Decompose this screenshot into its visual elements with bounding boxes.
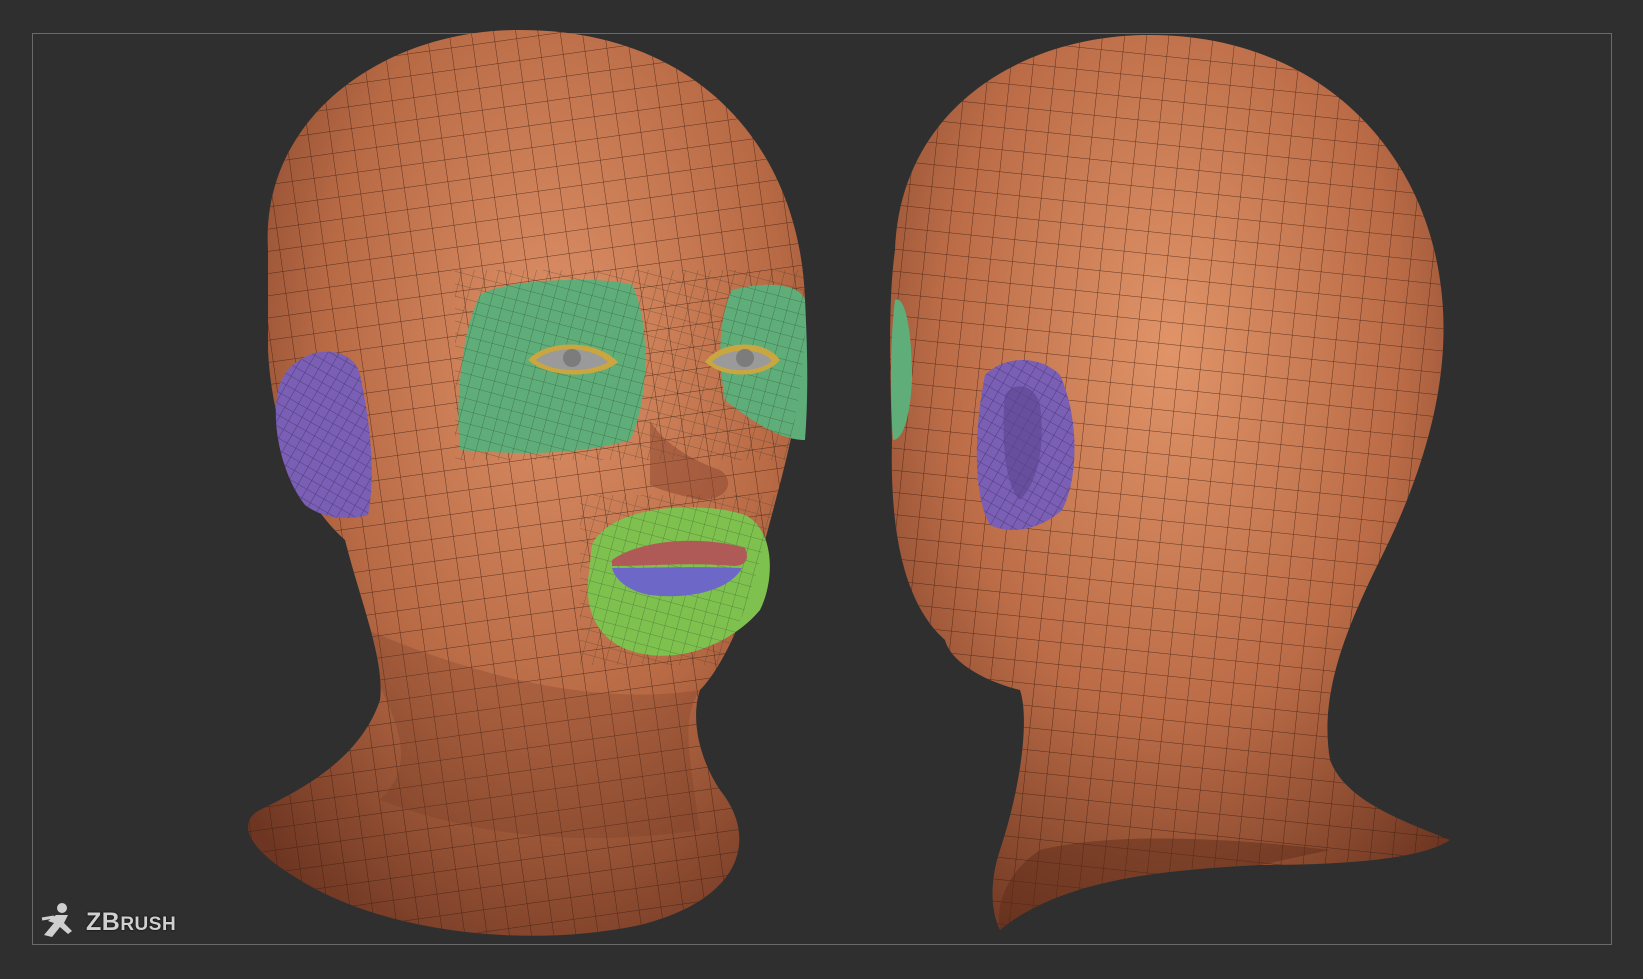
zbrush-wordmark: ZBRUSH — [86, 907, 177, 936]
zbrush-viewport[interactable]: ZBRUSH — [0, 0, 1643, 979]
zbrush-logo: ZBRUSH — [36, 900, 176, 944]
head-front-view[interactable] — [200, 0, 850, 979]
head-back-view[interactable] — [850, 0, 1500, 979]
zbrush-figure-icon — [41, 903, 72, 937]
model-canvas[interactable] — [0, 0, 1643, 979]
